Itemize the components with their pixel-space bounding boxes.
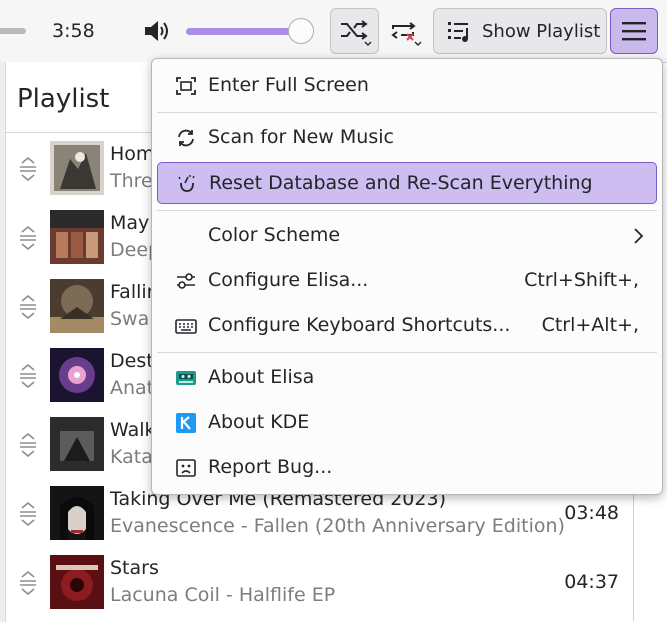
album-cover (50, 555, 104, 609)
repeat-off-icon (391, 22, 422, 46)
menu-item-label: Color Scheme (208, 224, 341, 246)
track-title: Hom (110, 143, 155, 165)
menu-item-scan-new-music[interactable]: Scan for New Music (157, 117, 657, 159)
menu-separator (157, 112, 657, 113)
album-cover (50, 486, 104, 540)
volume-icon[interactable] (142, 18, 170, 44)
elapsed-time: 3:58 (52, 20, 95, 42)
album-cover (50, 348, 104, 402)
drag-handle-icon[interactable] (18, 500, 38, 526)
playlist-row[interactable]: Stars Lacuna Coil - Halflife EP 04:37 (6, 547, 633, 616)
repeat-button[interactable] (385, 8, 425, 54)
menu-item-label: Configure Keyboard Shortcuts... (208, 314, 511, 336)
volume-slider[interactable] (186, 28, 302, 35)
hamburger-icon (622, 22, 646, 41)
menu-separator (157, 352, 657, 353)
drag-handle-icon[interactable] (18, 362, 38, 388)
track-duration: 04:37 (564, 571, 619, 593)
drag-handle-icon[interactable] (18, 569, 38, 595)
track-artist: Anat (110, 377, 155, 399)
menu-item-label: About KDE (208, 411, 310, 433)
hamburger-menu-button[interactable] (610, 8, 658, 54)
shuffle-button[interactable] (330, 8, 379, 54)
menu-item-shortcut: Ctrl+Alt+, (541, 314, 639, 336)
sliders-icon (177, 273, 195, 289)
drag-handle-icon[interactable] (18, 293, 38, 319)
track-artist: Lacuna Coil - Halflife EP (110, 584, 336, 606)
track-artist: Swal (110, 308, 155, 330)
menu-item-configure-shortcuts[interactable]: Configure Keyboard Shortcuts... Ctrl+Alt… (157, 305, 657, 347)
track-artist: Kata (110, 446, 153, 468)
track-artist: Evanescence - Fallen (20th Anniversary E… (110, 515, 565, 537)
chevron-right-icon (634, 228, 644, 244)
track-title: Walk (110, 419, 156, 441)
menu-item-enter-full-screen[interactable]: Enter Full Screen (157, 65, 657, 107)
menu-item-label: Reset Database and Re-Scan Everything (209, 172, 593, 194)
seek-slider[interactable] (0, 28, 26, 34)
show-playlist-label: Show Playlist (482, 20, 601, 42)
menu-item-label: Configure Elisa... (208, 269, 369, 291)
playlist-icon (448, 22, 468, 42)
application-menu: Enter Full Screen Scan for New Music Res… (151, 58, 663, 495)
track-title: Dest (110, 350, 154, 372)
player-toolbar: 3:58 Show Playlist (0, 0, 667, 63)
menu-item-configure-elisa[interactable]: Configure Elisa... Ctrl+Shift+, (157, 260, 657, 302)
track-artist: Thre (110, 170, 153, 192)
menu-item-label: Report Bug... (208, 456, 333, 478)
album-cover (50, 210, 104, 264)
menu-item-about-elisa[interactable]: About Elisa (157, 357, 657, 399)
elisa-icon (176, 371, 196, 385)
menu-item-color-scheme[interactable]: Color Scheme (157, 215, 657, 257)
drag-handle-icon[interactable] (18, 155, 38, 181)
album-cover (50, 141, 104, 195)
track-title: Mayl (110, 212, 155, 234)
album-cover (50, 417, 104, 471)
fullscreen-icon (176, 77, 196, 95)
drag-handle-icon[interactable] (18, 431, 38, 457)
show-playlist-button[interactable]: Show Playlist (433, 8, 607, 54)
menu-item-about-kde[interactable]: About KDE (157, 402, 657, 444)
menu-item-report-bug[interactable]: Report Bug... (157, 447, 657, 489)
menu-item-reset-database[interactable]: Reset Database and Re-Scan Everything (157, 162, 657, 204)
drag-handle-icon[interactable] (18, 224, 38, 250)
kde-icon (176, 413, 196, 433)
refresh-icon (178, 129, 194, 147)
menu-separator (157, 210, 657, 211)
menu-item-label: Enter Full Screen (208, 74, 369, 96)
clean-icon (178, 175, 195, 192)
menu-item-label: About Elisa (208, 366, 315, 388)
playlist-title: Playlist (17, 84, 110, 114)
keyboard-icon (175, 319, 197, 334)
track-title: Stars (110, 557, 159, 579)
menu-item-label: Scan for New Music (208, 126, 394, 148)
track-duration: 03:48 (564, 502, 619, 524)
bug-icon (176, 459, 196, 477)
volume-slider-handle[interactable] (288, 18, 314, 44)
track-title: Fallir (110, 281, 155, 303)
shuffle-icon (340, 20, 371, 46)
album-cover (50, 279, 104, 333)
menu-item-shortcut: Ctrl+Shift+, (524, 269, 639, 291)
